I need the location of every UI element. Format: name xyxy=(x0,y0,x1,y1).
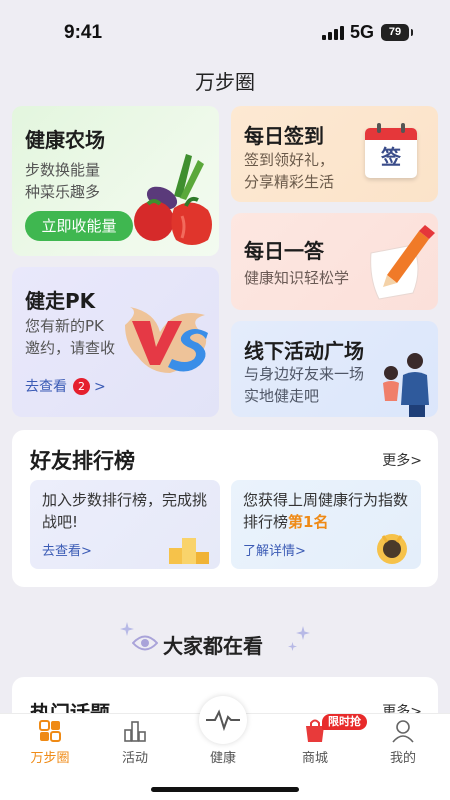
weekly-rank-link[interactable]: 了解详情> xyxy=(243,540,306,559)
quiz-desc: 健康知识轻松学 xyxy=(244,269,350,287)
heartbeat-icon xyxy=(206,709,240,732)
status-bar: 9:41 5G 79 xyxy=(0,0,450,64)
bottom-tab-bar: 万步圈 活动 健康 商城 限时抢 我的 xyxy=(0,696,450,800)
home-indicator xyxy=(151,787,299,792)
everyone-watching-title: 大家都在看 xyxy=(163,634,263,658)
offline-event-card[interactable]: 线下活动广场 与身边好友来一场 实地健走吧 xyxy=(231,321,438,417)
join-ranking-text: 加入步数排行榜，完成挑战吧! xyxy=(42,491,208,531)
tab-label: 商城 xyxy=(301,751,328,766)
farm-desc-line2: 种菜乐趣多 xyxy=(25,183,101,201)
pk-link-label: 去查看 xyxy=(25,379,67,395)
flash-sale-badge: 限时抢 xyxy=(322,714,367,730)
pk-desc: 您有新的PK 邀约，请查收 xyxy=(25,315,115,359)
pk-title: 健走PK xyxy=(25,289,96,313)
eye-icon xyxy=(132,635,158,651)
farm-title: 健康农场 xyxy=(25,128,105,152)
profile-icon xyxy=(392,720,414,743)
health-center-button[interactable] xyxy=(199,696,247,744)
calendar-icon: 签 xyxy=(365,123,417,178)
signal-icon xyxy=(322,26,346,40)
ranking-title: 好友排行榜 xyxy=(30,449,135,473)
tab-label: 万步圈 xyxy=(30,751,70,766)
weekly-rank-highlight: 第1名 xyxy=(288,513,329,531)
tab-label: 我的 xyxy=(389,751,416,766)
network-type: 5G xyxy=(350,22,375,42)
weekly-rank-card[interactable]: 您获得上周健康行为指数排行榜第1名 了解详情> xyxy=(231,480,421,569)
signin-title: 每日签到 xyxy=(244,124,324,148)
friends-ranking-section: 好友排行榜 更多> 加入步数排行榜，完成挑战吧! 去查看> 您获得上周健康行为指… xyxy=(12,430,438,587)
pencil-paper-icon xyxy=(370,225,435,300)
healthy-farm-card[interactable]: 健康农场 步数换能量 种菜乐趣多 立即收能量 xyxy=(12,106,219,256)
wanbuquan-icon xyxy=(39,720,61,742)
walkers-icon xyxy=(383,353,429,417)
battery-icon: 79 xyxy=(381,24,413,41)
tab-label: 活动 xyxy=(121,751,148,766)
status-time: 9:41 xyxy=(64,22,103,43)
tab-wanbuquan[interactable]: 万步圈 xyxy=(10,714,90,774)
sparkle-icon xyxy=(296,626,310,640)
daily-quiz-card[interactable]: 每日一答 健康知识轻松学 xyxy=(231,213,438,310)
tab-activity[interactable]: 活动 xyxy=(95,714,175,774)
signin-desc-line1: 签到领好礼， xyxy=(244,151,335,169)
event-desc-line1: 与身边好友来一场 xyxy=(244,365,365,383)
versus-icon xyxy=(125,307,208,373)
pk-desc-line1: 您有新的PK xyxy=(25,317,104,335)
signin-desc: 签到领好礼， 分享精彩生活 xyxy=(244,149,334,193)
everyone-watching-header: 大家都在看 xyxy=(0,622,450,658)
vegetables-icon xyxy=(134,154,212,245)
event-title: 线下活动广场 xyxy=(244,339,364,363)
page-title: 万步圈 xyxy=(195,70,255,94)
trophy-avatar-icon xyxy=(377,534,407,564)
event-desc: 与身边好友来一场 实地健走吧 xyxy=(244,363,364,407)
pk-desc-line2: 邀约，请查收 xyxy=(25,339,116,357)
join-ranking-card[interactable]: 加入步数排行榜，完成挑战吧! 去查看> xyxy=(30,480,220,569)
tab-health[interactable]: 健康 xyxy=(183,696,263,774)
weekly-rank-text: 您获得上周健康行为指数排行榜第1名 xyxy=(243,489,421,533)
ranking-more-link[interactable]: 更多> xyxy=(382,450,422,470)
signin-desc-line2: 分享精彩生活 xyxy=(244,173,335,191)
join-ranking-link[interactable]: 去查看> xyxy=(42,540,92,559)
pk-view-link[interactable]: 去查看 2 > xyxy=(25,376,106,396)
chevron-right-icon: > xyxy=(94,379,106,395)
daily-signin-card[interactable]: 每日签到 签到领好礼， 分享精彩生活 签 xyxy=(231,106,438,202)
quiz-title: 每日一答 xyxy=(244,239,324,263)
sparkle-icon xyxy=(288,642,297,651)
farm-desc-line1: 步数换能量 xyxy=(25,161,101,179)
pk-count-badge: 2 xyxy=(73,378,90,395)
tab-profile[interactable]: 我的 xyxy=(363,714,443,774)
tab-label: 健康 xyxy=(209,751,236,766)
event-desc-line2: 实地健走吧 xyxy=(244,387,320,405)
podium-icon xyxy=(169,538,209,564)
farm-desc: 步数换能量 种菜乐趣多 xyxy=(25,159,100,203)
walk-pk-card[interactable]: 健走PK 您有新的PK 邀约，请查收 去查看 2 > xyxy=(12,267,219,417)
calendar-stamp: 签 xyxy=(381,145,401,169)
collect-energy-button[interactable]: 立即收能量 xyxy=(25,211,133,241)
activity-icon xyxy=(124,721,146,742)
